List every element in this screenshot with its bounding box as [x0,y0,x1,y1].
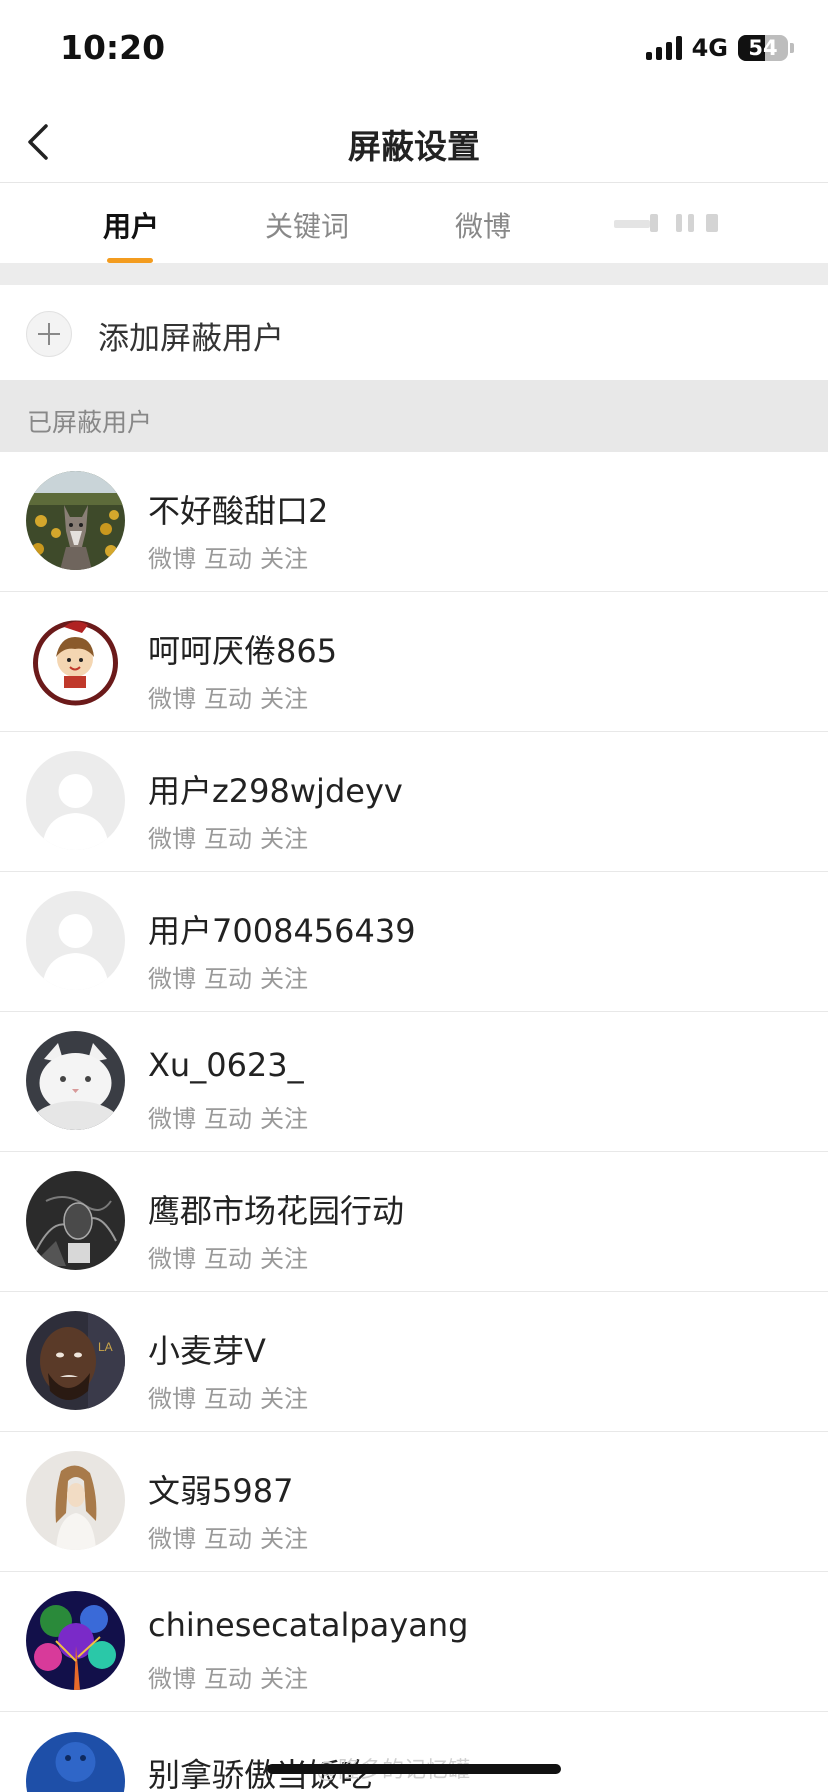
section-header: 已屏蔽用户 [0,380,828,452]
scope-weibo[interactable]: 微博 [148,1379,196,1414]
scope-interaction[interactable]: 互动 [204,1379,252,1414]
user-block-scope: 微博 互动 关注 [148,1239,308,1274]
scope-interaction[interactable]: 互动 [204,1519,252,1554]
list-item[interactable]: 用户7008456439 微博 互动 关注 [0,872,828,1012]
scope-weibo[interactable]: 微博 [148,1239,196,1274]
section-title: 已屏蔽用户 [27,408,153,437]
signal-icon [645,36,682,60]
user-name: 用户z298wjdeyv [148,772,403,810]
nav-bar: 屏蔽设置 [0,100,828,183]
scope-weibo[interactable]: 微博 [148,959,196,994]
battery-cap [790,43,794,53]
status-time: 10:20 [60,28,166,67]
list-item[interactable]: Xu_0623_ 微博 互动 关注 [0,1012,828,1152]
user-block-scope: 微博 互动 关注 [148,1519,308,1554]
scope-interaction[interactable]: 互动 [204,1659,252,1694]
scope-weibo[interactable]: 微博 [148,539,196,574]
plus-icon [26,311,72,357]
tab-weibo[interactable]: 微博 [455,205,511,245]
divider-band [0,263,828,285]
user-block-scope: 微博 互动 关注 [148,959,308,994]
scope-follow[interactable]: 关注 [260,1379,308,1414]
scope-follow[interactable]: 关注 [260,1659,308,1694]
scope-follow[interactable]: 关注 [260,1239,308,1274]
scope-interaction[interactable]: 互动 [204,819,252,854]
list-item[interactable]: LA 小麦芽V 微博 互动 关注 [0,1292,828,1432]
user-block-scope: 微博 互动 关注 [148,679,308,714]
scope-follow[interactable]: 关注 [260,819,308,854]
tab-keywords[interactable]: 关键词 [265,205,349,245]
battery-level: 54 [748,36,778,60]
home-indicator[interactable] [267,1764,561,1774]
user-name: 鹰郡市场花园行动 [148,1192,405,1230]
user-name: 呵呵厌倦865 [148,632,338,670]
tab-bar: 用户 关键词 微博 [0,183,828,263]
user-name: 用户7008456439 [148,912,416,950]
network-label: 4G [691,34,728,62]
cartoon-boy-avatar [26,611,125,710]
battery-icon: 54 [738,35,788,61]
default-avatar [26,751,125,850]
dark-sketch-avatar [26,1171,125,1270]
white-cat-avatar [26,1031,125,1130]
tab-users[interactable]: 用户 [103,205,159,245]
girl-photo-avatar [26,1451,125,1550]
scope-follow[interactable]: 关注 [260,1099,308,1134]
scope-weibo[interactable]: 微博 [148,1519,196,1554]
scope-interaction[interactable]: 互动 [204,1239,252,1274]
user-block-scope: 微博 互动 关注 [148,1099,308,1134]
list-item[interactable]: 文弱5987 微博 互动 关注 [0,1432,828,1572]
user-name: Xu_0623_ [148,1046,304,1084]
user-block-scope: 微博 互动 关注 [148,1379,308,1414]
list-item[interactable]: 用户z298wjdeyv 微博 互动 关注 [0,732,828,872]
scope-weibo[interactable]: 微博 [148,1659,196,1694]
user-block-scope: 微博 互动 关注 [148,539,308,574]
list-item[interactable]: chinesecatalpayang 微博 互动 关注 [0,1572,828,1712]
scope-interaction[interactable]: 互动 [204,959,252,994]
user-block-scope: 微博 互动 关注 [148,819,308,854]
scope-interaction[interactable]: 互动 [204,679,252,714]
scope-follow[interactable]: 关注 [260,1519,308,1554]
add-blocked-user-button[interactable]: 添加屏蔽用户 [0,285,828,380]
user-name: chinesecatalpayang [148,1606,469,1644]
user-name: 文弱5987 [148,1472,294,1510]
default-avatar [26,891,125,990]
basketball-player-avatar: LA [26,1311,125,1410]
scope-follow[interactable]: 关注 [260,679,308,714]
user-name: 小麦芽V [148,1332,266,1370]
status-bar: 10:20 4G 54 [0,0,828,100]
scope-interaction[interactable]: 互动 [204,539,252,574]
user-block-scope: 微博 互动 关注 [148,1659,308,1694]
scope-follow[interactable]: 关注 [260,959,308,994]
wolf-photo-avatar [26,471,125,570]
page-title: 屏蔽设置 [348,127,480,166]
svg-text:LA: LA [98,1340,113,1354]
status-indicators: 4G 54 [645,34,794,62]
scope-weibo[interactable]: 微博 [148,679,196,714]
add-blocked-user-label: 添加屏蔽用户 [98,321,284,357]
blocked-user-list: 不好酸甜口2 微博 互动 关注 呵呵厌倦865 微博 互动 关注 用户z298w… [0,452,828,1712]
blue-avatar [26,1732,125,1792]
list-item[interactable]: 鹰郡市场花园行动 微博 互动 关注 [0,1152,828,1292]
user-name: 不好酸甜口2 [148,492,329,530]
tab-obscured[interactable] [614,210,726,236]
scope-interaction[interactable]: 互动 [204,1099,252,1134]
scope-follow[interactable]: 关注 [260,539,308,574]
scope-weibo[interactable]: 微博 [148,1099,196,1134]
scope-weibo[interactable]: 微博 [148,819,196,854]
colorful-tree-avatar [26,1591,125,1690]
list-item[interactable]: 不好酸甜口2 微博 互动 关注 [0,452,828,592]
list-item[interactable]: 呵呵厌倦865 微博 互动 关注 [0,592,828,732]
